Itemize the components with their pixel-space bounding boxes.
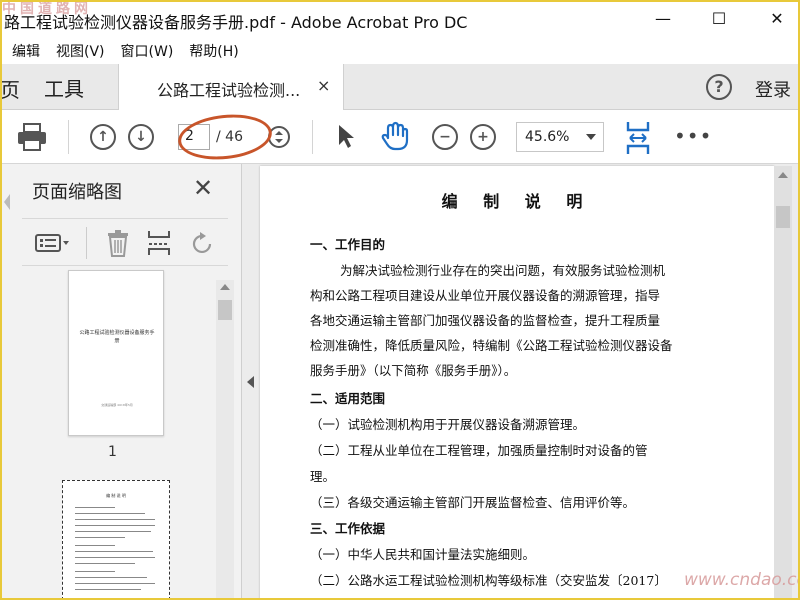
scroll-thumb[interactable] (776, 206, 790, 228)
menu-edit[interactable]: 编辑 (0, 41, 48, 61)
zoom-select[interactable]: 45.6% (516, 122, 604, 152)
toolbar-separator (68, 120, 69, 154)
select-cursor-icon[interactable] (336, 123, 356, 149)
paragraph-line: 服务手册》（以下简称《服务手册》）。 (310, 363, 517, 378)
menu-window[interactable]: 窗口(W) (113, 41, 182, 61)
fit-page-icon[interactable] (624, 120, 652, 156)
menu-bar: 编辑 视图(V) 窗口(W) 帮助(H) (0, 38, 800, 64)
paragraph-line: 为解决试验检测行业存在的突出问题，有效服务试验检测机 (340, 263, 666, 278)
thumbnail-title: 公路工程试验检测仪器设备服务手册 (79, 330, 155, 344)
page-thumbnail-2[interactable]: 编 制 说 明 (62, 480, 170, 600)
menu-view[interactable]: 视图(V) (48, 41, 113, 61)
thumbnail-text-line (75, 583, 155, 584)
thumbnail-options-icon[interactable] (34, 231, 72, 255)
tab-tools[interactable]: 工具 (44, 73, 84, 102)
toolbar: ↑ ↓ 2 / 46 − + 45.6% ••• (0, 110, 800, 164)
next-page-icon[interactable]: ↓ (128, 124, 154, 150)
paragraph-line: （二）工程从业单位在工程管理，加强质量控制时对设备的管 (310, 443, 648, 458)
more-tools-icon[interactable]: ••• (674, 124, 712, 148)
page-total: / 46 (216, 129, 243, 145)
toolbar-separator (312, 120, 313, 154)
thumbnail-text-line (75, 545, 115, 546)
minimize-button[interactable]: — (640, 0, 686, 36)
pdf-page[interactable]: 编 制 说 明 一、工作目的 为解决试验检测行业存在的突出问题，有效服务试验检测… (260, 166, 774, 600)
scroll-thumb[interactable] (218, 300, 232, 320)
paragraph-line: （三）各级交通运输主管部门开展监督检查、信用评价等。 (310, 495, 636, 510)
scroll-up-icon[interactable] (778, 172, 788, 178)
panel-separator (86, 227, 87, 259)
paragraph-line: （一）试验检测机构用于开展仪器设备溯源管理。 (310, 417, 586, 432)
thumbnail-text-line (75, 589, 141, 590)
document-scrollbar[interactable] (774, 166, 792, 600)
panel-title: 页面缩略图 (32, 182, 122, 203)
watermark-bottom: www.cndao.com (684, 570, 800, 590)
zoom-in-icon[interactable]: + (470, 124, 496, 150)
thumbnail-text-line (75, 571, 115, 572)
panel-expand-icon[interactable] (4, 194, 10, 210)
tab-document[interactable]: 公路工程试验检测... × (118, 64, 344, 110)
thumbnail-text-line (75, 537, 125, 538)
rotate-icon[interactable] (190, 231, 216, 257)
watermark-top: 中国道路网 (2, 1, 92, 17)
thumbnail-title: 编 制 说 明 (106, 493, 126, 498)
paragraph-line: 检测准确性，降低质量风险，特编制《公路工程试验检测仪器设备 (310, 338, 673, 353)
hand-tool-icon[interactable] (380, 120, 410, 152)
zoom-value: 45.6% (525, 129, 570, 145)
tab-close-button[interactable]: × (317, 76, 330, 95)
paragraph-line: （一）中华人民共和国计量法实施细则。 (310, 547, 536, 562)
help-icon[interactable]: ? (706, 74, 732, 100)
page-thumbnail-1[interactable]: 公路工程试验检测仪器设备服务手册 交通运输部 2018年5月 (68, 270, 164, 436)
thumbnail-text-line (75, 557, 155, 558)
section-heading: 二、适用范围 (310, 391, 386, 406)
thumbnail-page-number: 1 (108, 444, 117, 460)
tab-home[interactable]: 页 (0, 74, 20, 103)
panel-toolbar (22, 218, 228, 266)
thumbnail-text-line (75, 525, 155, 526)
close-window-button[interactable]: ✕ (754, 0, 800, 36)
previous-page-icon[interactable]: ↑ (90, 124, 116, 150)
thumbnail-text-line (75, 551, 153, 552)
tab-document-label: 公路工程试验检测... (157, 81, 301, 100)
print-icon[interactable] (16, 122, 48, 152)
panel-close-icon[interactable]: ✕ (193, 174, 213, 202)
thumbnail-text-line (75, 507, 115, 508)
paragraph-line: 构和公路工程项目建设从业单位开展仪器设备的溯源管理，指导 (310, 288, 661, 303)
thumbnail-text-line (75, 563, 135, 564)
chevron-down-icon (586, 134, 596, 140)
tab-bar: 页 工具 公路工程试验检测... × ? 登录 (0, 64, 800, 110)
extract-pages-icon[interactable] (146, 229, 172, 257)
page-stepper-icon[interactable] (268, 124, 290, 150)
section-heading: 一、工作目的 (310, 237, 386, 252)
thumbnail-text-line (75, 531, 151, 532)
login-button[interactable]: 登录 (755, 76, 791, 102)
zoom-out-icon[interactable]: − (432, 124, 458, 150)
thumbnail-scrollbar[interactable] (216, 280, 234, 600)
maximize-button[interactable]: ☐ (696, 0, 742, 36)
paragraph-line: 各地交通运输主管部门加强仪器设备的监督检查，提升工程质量 (310, 313, 661, 328)
paragraph-line: （二）公路水运工程试验检测机构等级标准（交安监发〔2017〕 (310, 573, 667, 588)
scroll-up-icon[interactable] (220, 284, 230, 290)
thumbnail-text-line (75, 513, 145, 514)
trash-icon[interactable] (106, 229, 130, 257)
title-bar: 中国道路网 路工程试验检测仪器设备服务手册.pdf - Adobe Acroba… (0, 0, 800, 38)
collapse-panel-icon[interactable] (247, 376, 254, 388)
thumbnail-text-line (75, 577, 147, 578)
document-heading: 编 制 说 明 (441, 192, 593, 211)
thumbnail-text-line (75, 519, 155, 520)
paragraph-line: 理。 (310, 469, 336, 484)
thumbnail-footer: 交通运输部 2018年5月 (101, 403, 133, 407)
page-number-input[interactable]: 2 (178, 124, 210, 150)
menu-help[interactable]: 帮助(H) (181, 41, 246, 61)
section-heading: 三、工作依据 (310, 521, 386, 536)
